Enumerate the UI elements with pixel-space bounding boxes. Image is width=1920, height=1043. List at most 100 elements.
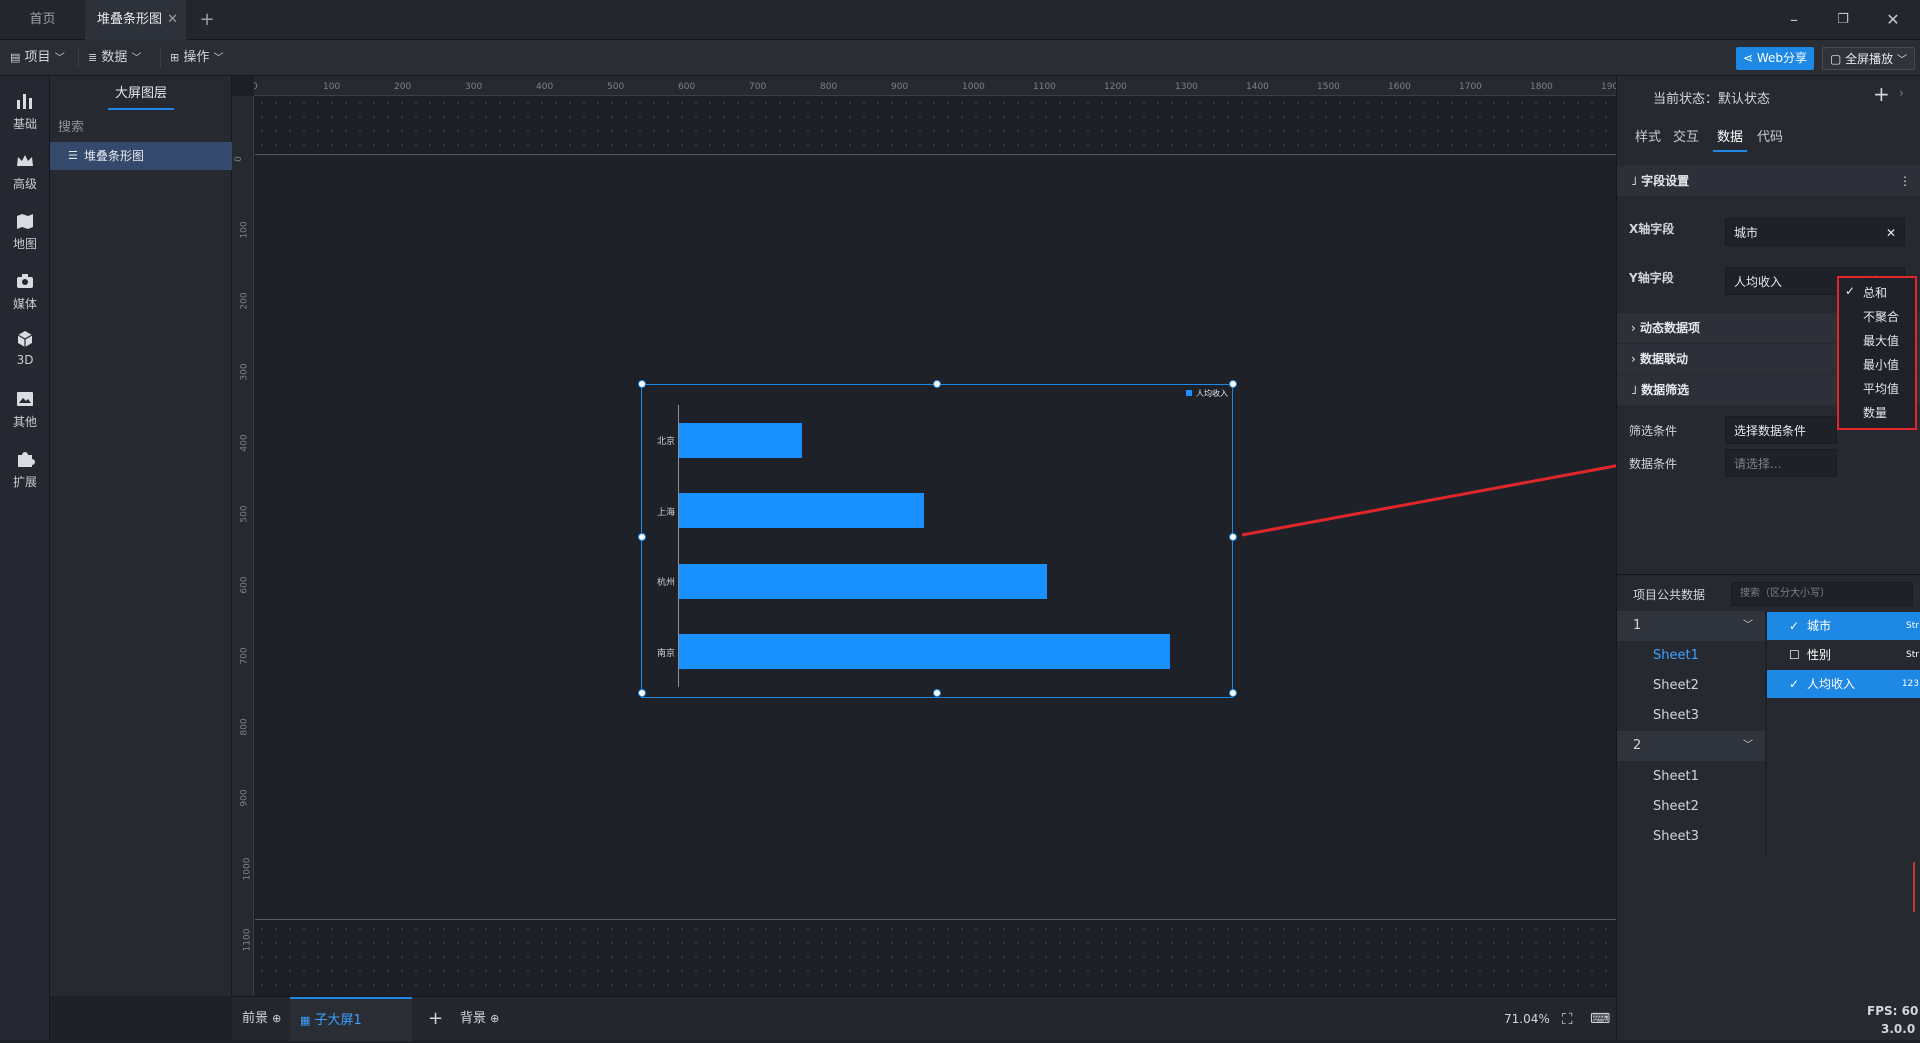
chart-bar[interactable] xyxy=(679,634,1170,670)
rail-extension[interactable]: 扩展 xyxy=(0,442,50,496)
rail-advanced[interactable]: 高级 xyxy=(0,144,50,198)
cube-icon xyxy=(17,331,33,347)
resize-handle[interactable] xyxy=(1229,689,1237,697)
tab-code[interactable]: 代码 xyxy=(1757,124,1783,152)
sheet-item[interactable]: Sheet1 xyxy=(1617,641,1765,671)
tab-data[interactable]: 数据 xyxy=(1713,124,1748,152)
collapse-icon: ˩ xyxy=(1631,174,1637,188)
field-settings-section[interactable]: ˩ 字段设置 ⋮ xyxy=(1617,166,1920,196)
filter-condition-select[interactable]: 选择数据条件 xyxy=(1725,416,1837,444)
chart-category-label: 南京 xyxy=(656,648,675,659)
resize-handle[interactable] xyxy=(638,533,646,541)
data-menu-label: 数据 xyxy=(101,50,128,65)
public-data-search[interactable]: 搜索（区分大小写） xyxy=(1731,582,1913,606)
legend-swatch xyxy=(1186,390,1192,396)
y-axis-value: 人均收入 xyxy=(1734,275,1783,289)
fit-screen-icon[interactable]: ⛶ xyxy=(1562,997,1573,1041)
resize-handle[interactable] xyxy=(638,380,646,388)
chart-bar[interactable] xyxy=(679,563,1048,599)
layer-search-input[interactable]: 搜索 xyxy=(58,116,224,140)
vertical-ruler[interactable]: 0 100 200 300 400 500 600 700 800 900 1000 1100 xyxy=(232,96,254,996)
rail-other[interactable]: 其他 xyxy=(0,382,50,436)
column-gender[interactable]: ☐ 性别 Str xyxy=(1767,641,1920,669)
sheet-item[interactable]: Sheet1 xyxy=(1617,762,1765,792)
data-condition-label: 数据条件 xyxy=(1629,457,1678,471)
keyboard-icon[interactable]: ⌨ xyxy=(1590,997,1610,1041)
agg-option-min[interactable]: 最小值 xyxy=(1863,356,1899,373)
sheet-item[interactable]: Sheet3 xyxy=(1617,822,1765,852)
add-tab-button[interactable]: + xyxy=(192,0,222,40)
operation-menu-label: 操作 xyxy=(183,50,210,65)
chart-bar[interactable] xyxy=(679,493,925,529)
add-state-button[interactable]: + xyxy=(1873,82,1890,106)
layer-item-label: 堆叠条形图 xyxy=(84,149,145,163)
rail-map[interactable]: 地图 xyxy=(0,204,50,258)
column-city[interactable]: ✓ 城市 Str xyxy=(1767,612,1920,640)
sheet-item[interactable]: Sheet3 xyxy=(1617,701,1765,731)
chart-bar[interactable] xyxy=(679,422,802,458)
rail-label: 高级 xyxy=(12,177,37,191)
child-screen-tab[interactable]: ▦ 子大屏1 xyxy=(290,997,412,1041)
chart-category-label: 杭州 xyxy=(656,578,675,589)
web-share-button[interactable]: ⋖ Web分享 xyxy=(1736,47,1815,70)
layer-item-stacked-bar[interactable]: ☰ 堆叠条形图 xyxy=(50,142,232,170)
horizontal-ruler[interactable]: 0 100 200 300 400 500 600 700 800 900 1000 1100 1200… xyxy=(254,76,1616,96)
stacked-bar-chart[interactable]: 人均收入 北京 上海 杭州 南京 xyxy=(641,384,1233,698)
state-value[interactable]: 默认状态 xyxy=(1718,92,1770,107)
minimize-icon[interactable]: – xyxy=(1771,0,1817,40)
add-screen-button[interactable]: + xyxy=(428,997,443,1041)
add-circle-icon[interactable]: ⊕ xyxy=(272,1012,281,1025)
chevron-right-icon[interactable]: › xyxy=(1899,86,1904,100)
tab-home[interactable]: 首页 xyxy=(0,0,85,40)
clear-icon[interactable]: ✕ xyxy=(1886,219,1896,247)
resize-handle[interactable] xyxy=(1229,533,1237,541)
resize-handle[interactable] xyxy=(1229,380,1237,388)
layer-panel-title[interactable]: 大屏图层 xyxy=(50,76,232,112)
sheet-item[interactable]: Sheet2 xyxy=(1617,792,1765,822)
tab-interaction[interactable]: 交互 xyxy=(1673,124,1699,152)
ruler-tick-label: 400 xyxy=(536,82,554,92)
data-group-2[interactable]: 2 ﹀ xyxy=(1617,731,1765,761)
tab-stacked-bar[interactable]: 堆叠条形图 ✕ xyxy=(85,0,186,40)
more-icon[interactable]: ⋮ xyxy=(1899,166,1911,196)
agg-option-max[interactable]: 最大值 xyxy=(1863,332,1899,349)
rail-label: 3D xyxy=(16,353,34,367)
data-menu[interactable]: ≣ 数据 ﹀ xyxy=(88,40,142,76)
sheet-item[interactable]: Sheet2 xyxy=(1617,671,1765,701)
rail-media[interactable]: 媒体 xyxy=(0,264,50,318)
column-income[interactable]: ✓ 人均收入 123 xyxy=(1767,670,1920,698)
scroll-indicator[interactable] xyxy=(1913,862,1915,912)
ruler-tick-label: 200 xyxy=(394,82,412,92)
project-menu[interactable]: ▤ 项目 ﹀ xyxy=(10,40,65,76)
ruler-tick-label: 1600 xyxy=(1388,82,1411,92)
tab-style[interactable]: 样式 xyxy=(1635,124,1661,152)
data-condition-input[interactable]: 请选择... xyxy=(1725,449,1837,477)
chevron-down-icon: ﹀ xyxy=(213,53,224,64)
aggregation-dropdown[interactable]: ✓ 总和 不聚合 最大值 最小值 平均值 数量 xyxy=(1837,276,1917,430)
x-axis-field[interactable]: 城市 ✕ xyxy=(1725,218,1905,246)
rail-3d[interactable]: 3D xyxy=(0,322,50,376)
agg-option-count[interactable]: 数量 xyxy=(1863,404,1887,421)
operation-menu[interactable]: ⊞ 操作 ﹀ xyxy=(170,40,224,76)
agg-option-sum[interactable]: ✓ 总和 xyxy=(1845,284,1887,301)
zoom-level[interactable]: 71.04% xyxy=(1504,997,1550,1041)
resize-handle[interactable] xyxy=(933,380,941,388)
foreground-tab[interactable]: 前景 ⊕ xyxy=(242,997,281,1041)
agg-option-none[interactable]: 不聚合 xyxy=(1863,308,1899,325)
background-tab[interactable]: 背景 ⊕ xyxy=(460,997,499,1041)
close-window-icon[interactable]: ✕ xyxy=(1870,0,1916,40)
file-icon: ▤ xyxy=(10,51,21,64)
rail-basic[interactable]: 基础 xyxy=(0,84,50,138)
state-label: 当前状态： xyxy=(1653,92,1719,107)
foreground-label: 前景 xyxy=(242,1011,269,1026)
add-circle-icon[interactable]: ⊕ xyxy=(490,1012,499,1025)
restore-icon[interactable]: ❐ xyxy=(1820,0,1866,40)
fullscreen-button[interactable]: ▢ 全屏播放 ﹀ xyxy=(1822,47,1916,70)
puzzle-icon xyxy=(18,452,35,467)
data-group-1[interactable]: 1 ﹀ xyxy=(1617,611,1765,641)
agg-option-avg[interactable]: 平均值 xyxy=(1863,380,1899,397)
resize-handle[interactable] xyxy=(638,689,646,697)
checkbox-icon: ☐ xyxy=(1789,648,1800,662)
resize-handle[interactable] xyxy=(933,689,941,697)
close-tab-icon[interactable]: ✕ xyxy=(167,0,178,40)
